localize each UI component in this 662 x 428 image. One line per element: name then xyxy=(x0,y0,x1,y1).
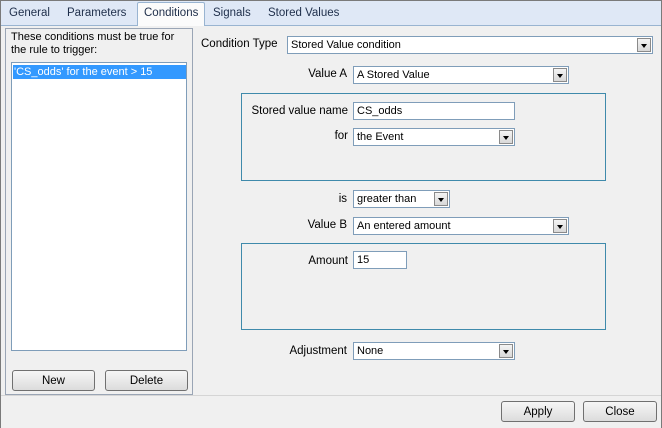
is-label: is xyxy=(338,193,347,205)
apply-button[interactable]: Apply xyxy=(501,401,575,422)
for-value: the Event xyxy=(357,131,404,143)
delete-button[interactable]: Delete xyxy=(105,370,188,391)
chevron-down-icon[interactable] xyxy=(499,344,513,358)
conditions-group: These conditions must be true for the ru… xyxy=(5,28,193,395)
rule-editor-window: General Parameters Conditions Signals St… xyxy=(0,0,662,428)
list-item[interactable]: 'CS_odds' for the event > 15 xyxy=(13,65,186,79)
value-a-label: Value A xyxy=(308,68,347,80)
value-b-label: Value B xyxy=(307,219,347,231)
condition-type-value: Stored Value condition xyxy=(291,39,401,51)
comparison-select[interactable]: greater than xyxy=(353,190,450,208)
value-a-panel: Stored value name CS_odds for the Event xyxy=(241,93,606,181)
for-label: for xyxy=(334,130,348,142)
chevron-down-icon[interactable] xyxy=(637,38,651,52)
value-a-value: A Stored Value xyxy=(357,69,430,81)
value-b-value: An entered amount xyxy=(357,220,451,232)
close-button[interactable]: Close xyxy=(583,401,657,422)
chevron-down-icon[interactable] xyxy=(499,130,513,144)
condition-type-label: Condition Type xyxy=(201,38,278,50)
amount-label: Amount xyxy=(308,255,348,267)
tab-stored-values[interactable]: Stored Values xyxy=(262,3,345,24)
amount-field[interactable]: 15 xyxy=(353,251,407,269)
chevron-down-icon[interactable] xyxy=(434,192,448,206)
conditions-legend: These conditions must be true for the ru… xyxy=(11,31,175,56)
conditions-tab-body: These conditions must be true for the ru… xyxy=(1,26,661,395)
tab-parameters[interactable]: Parameters xyxy=(61,3,132,24)
tab-bar: General Parameters Conditions Signals St… xyxy=(1,1,661,27)
stored-value-name-label: Stored value name xyxy=(251,105,348,117)
tab-general[interactable]: General xyxy=(3,3,56,24)
chevron-down-icon[interactable] xyxy=(553,68,567,82)
comparison-value: greater than xyxy=(357,193,417,205)
tab-signals[interactable]: Signals xyxy=(207,3,257,24)
stored-value-name-field[interactable]: CS_odds xyxy=(353,102,515,120)
condition-type-select[interactable]: Stored Value condition xyxy=(287,36,653,54)
adjustment-value: None xyxy=(357,345,384,357)
adjustment-label: Adjustment xyxy=(289,345,347,357)
adjustment-select[interactable]: None xyxy=(353,342,515,360)
value-a-select[interactable]: A Stored Value xyxy=(353,66,569,84)
chevron-down-icon[interactable] xyxy=(553,219,567,233)
new-button[interactable]: New xyxy=(12,370,95,391)
tab-conditions[interactable]: Conditions xyxy=(137,2,206,27)
dialog-footer: Apply Close xyxy=(1,395,661,428)
conditions-list[interactable]: 'CS_odds' for the event > 15 xyxy=(11,62,187,351)
value-b-select[interactable]: An entered amount xyxy=(353,217,569,235)
value-b-panel: Amount 15 xyxy=(241,243,606,330)
for-select[interactable]: the Event xyxy=(353,128,515,146)
